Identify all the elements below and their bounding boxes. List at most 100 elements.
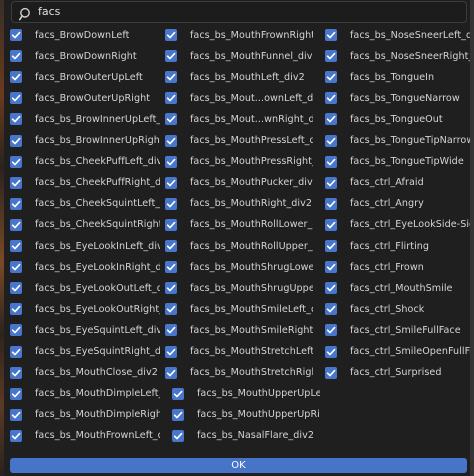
shape-key-item[interactable]: facs_bs_MouthStretchRight... — [165, 365, 313, 381]
checkbox-checked-icon[interactable] — [10, 134, 22, 147]
shape-key-item[interactable]: facs_bs_EyeSquintRight_div2 — [10, 344, 160, 360]
checkbox-checked-icon[interactable] — [10, 218, 22, 231]
checkbox-checked-icon[interactable] — [10, 240, 22, 252]
shape-key-item[interactable]: facs_bs_NoseSneerLeft_div2 — [325, 27, 470, 43]
shape-key-item[interactable]: facs_ctrl_Frown — [325, 259, 470, 275]
shape-key-item[interactable]: facs_bs_MouthLeft_div2 — [165, 69, 313, 85]
shape-key-item[interactable]: facs_bs_MouthSmileRight_... — [165, 322, 313, 338]
checkbox-checked-icon[interactable] — [10, 345, 22, 358]
checkbox-checked-icon[interactable] — [325, 345, 337, 358]
shape-key-item[interactable]: facs_bs_CheekSquintRight_... — [10, 217, 160, 233]
shape-key-item[interactable]: facs_ctrl_SmileFullFace — [325, 322, 470, 338]
checkbox-checked-icon[interactable] — [172, 408, 184, 421]
checkbox-checked-icon[interactable] — [10, 197, 22, 210]
shape-key-item[interactable]: facs_ctrl_SmileOpenFullFac — [325, 344, 470, 360]
shape-key-item[interactable]: facs_bs_MouthFrownLeft_div2 — [10, 428, 160, 444]
checkbox-checked-icon[interactable] — [172, 429, 184, 442]
shape-key-item[interactable]: facs_bs_MouthRollLower_di... — [165, 217, 313, 233]
checkbox-checked-icon[interactable] — [325, 261, 337, 274]
checkbox-checked-icon[interactable] — [325, 113, 337, 126]
checkbox-checked-icon[interactable] — [325, 282, 337, 295]
shape-key-item[interactable]: facs_bs_Mout...wnRight_div2 — [165, 111, 313, 127]
checkbox-checked-icon[interactable] — [165, 345, 177, 358]
checkbox-checked-icon[interactable] — [165, 71, 177, 84]
checkbox-checked-icon[interactable] — [325, 218, 337, 231]
checkbox-checked-icon[interactable] — [165, 282, 177, 295]
checkbox-checked-icon[interactable] — [165, 134, 177, 147]
checkbox-checked-icon[interactable] — [10, 303, 22, 316]
checkbox-checked-icon[interactable] — [165, 218, 177, 231]
checkbox-checked-icon[interactable] — [165, 29, 177, 41]
shape-key-item[interactable]: facs_bs_NasalFlare_div2 — [172, 428, 320, 444]
search-input-value[interactable]: facs — [38, 5, 60, 18]
shape-key-item[interactable]: facs_bs_MouthDimpleRight_d... — [10, 407, 160, 423]
checkbox-checked-icon[interactable] — [10, 429, 22, 442]
shape-key-item[interactable]: facs_ctrl_Angry — [325, 196, 470, 212]
shape-key-item[interactable]: facs_bs_TongueTipWide — [325, 154, 470, 170]
checkbox-checked-icon[interactable] — [10, 366, 22, 379]
checkbox-checked-icon[interactable] — [325, 134, 337, 147]
checkbox-checked-icon[interactable] — [10, 29, 22, 41]
shape-key-item[interactable]: facs_ctrl_Flirting — [325, 238, 470, 254]
checkbox-checked-icon[interactable] — [325, 324, 337, 337]
checkbox-checked-icon[interactable] — [10, 408, 22, 421]
checkbox-checked-icon[interactable] — [10, 113, 22, 126]
checkbox-checked-icon[interactable] — [165, 261, 177, 274]
checkbox-checked-icon[interactable] — [10, 261, 22, 274]
shape-key-item[interactable]: facs_bs_Mout...ownLeft_div2 — [165, 90, 313, 106]
checkbox-checked-icon[interactable] — [10, 155, 22, 168]
checkbox-checked-icon[interactable] — [325, 303, 337, 316]
checkbox-checked-icon[interactable] — [10, 387, 22, 400]
checkbox-checked-icon[interactable] — [165, 197, 177, 210]
shape-key-item[interactable]: facs_bs_BrowInnerUpRight_... — [10, 133, 160, 149]
checkbox-checked-icon[interactable] — [325, 29, 337, 41]
checkbox-checked-icon[interactable] — [165, 324, 177, 337]
ok-button[interactable]: OK — [10, 458, 467, 473]
checkbox-checked-icon[interactable] — [325, 366, 337, 379]
checkbox-checked-icon[interactable] — [172, 387, 184, 400]
shape-key-item[interactable]: facs_bs_NoseSneerRight_di... — [325, 48, 470, 64]
shape-key-item[interactable]: facs_BrowDownLeft — [10, 27, 160, 43]
checkbox-checked-icon[interactable] — [325, 240, 337, 252]
checkbox-checked-icon[interactable] — [10, 71, 22, 84]
shape-key-item[interactable]: facs_bs_CheekPuffLeft_div2 — [10, 154, 160, 170]
shape-key-item[interactable]: facs_bs_MouthStretchLeft_... — [165, 344, 313, 360]
search-field[interactable]: facs — [11, 1, 467, 23]
checkbox-checked-icon[interactable] — [10, 324, 22, 337]
shape-key-item[interactable]: facs_bs_CheekSquintLeft_d... — [10, 196, 160, 212]
checkbox-checked-icon[interactable] — [165, 155, 177, 168]
checkbox-checked-icon[interactable] — [325, 71, 337, 84]
shape-key-item[interactable]: facs_bs_MouthRight_div2 — [165, 196, 313, 212]
checkbox-checked-icon[interactable] — [10, 176, 22, 189]
checkbox-checked-icon[interactable] — [165, 113, 177, 126]
shape-key-item[interactable]: facs_bs_EyeLookInRight_di... — [10, 259, 160, 275]
checkbox-checked-icon[interactable] — [165, 92, 177, 105]
shape-key-item[interactable]: facs_bs_EyeLookInLeft_div2 — [10, 238, 160, 254]
shape-key-item[interactable]: facs_ctrl_Afraid — [325, 175, 470, 191]
shape-key-item[interactable]: facs_bs_MouthPressLeft_div2 — [165, 133, 313, 149]
shape-key-item[interactable]: facs_bs_TongueTipNarrow — [325, 133, 470, 149]
shape-key-item[interactable]: facs_ctrl_MouthSmile — [325, 280, 470, 296]
shape-key-item[interactable]: facs_bs_MouthSmileLeft_di... — [165, 301, 313, 317]
shape-key-item[interactable]: facs_bs_EyeSquintLeft_div2 — [10, 322, 160, 338]
checkbox-checked-icon[interactable] — [165, 303, 177, 316]
checkbox-checked-icon[interactable] — [10, 92, 22, 105]
checkbox-checked-icon[interactable] — [325, 155, 337, 168]
shape-key-item[interactable]: facs_ctrl_EyeLookSide-Side... — [325, 217, 470, 233]
checkbox-checked-icon[interactable] — [325, 176, 337, 189]
shape-key-item[interactable]: facs_bs_EyeLookOutLeft_di... — [10, 280, 160, 296]
shape-key-item[interactable]: facs_BrowDownRight — [10, 48, 160, 64]
checkbox-checked-icon[interactable] — [325, 92, 337, 105]
shape-key-item[interactable]: facs_bs_TongueOut — [325, 111, 470, 127]
checkbox-checked-icon[interactable] — [10, 282, 22, 295]
checkbox-checked-icon[interactable] — [325, 197, 337, 210]
shape-key-item[interactable]: facs_bs_MouthShrugUpper_... — [165, 280, 313, 296]
shape-key-item[interactable]: facs_bs_MouthUpperUpRight... — [172, 407, 320, 423]
checkbox-checked-icon[interactable] — [10, 50, 22, 63]
checkbox-checked-icon[interactable] — [165, 240, 177, 252]
shape-key-item[interactable]: facs_bs_MouthPressRight_di... — [165, 154, 313, 170]
shape-key-item[interactable]: facs_bs_TongueIn — [325, 69, 470, 85]
shape-key-item[interactable]: facs_BrowOuterUpRight — [10, 90, 160, 106]
shape-key-item[interactable]: facs_bs_BrowInnerUpLeft_... — [10, 111, 160, 127]
shape-key-item[interactable]: facs_ctrl_Shock — [325, 301, 470, 317]
